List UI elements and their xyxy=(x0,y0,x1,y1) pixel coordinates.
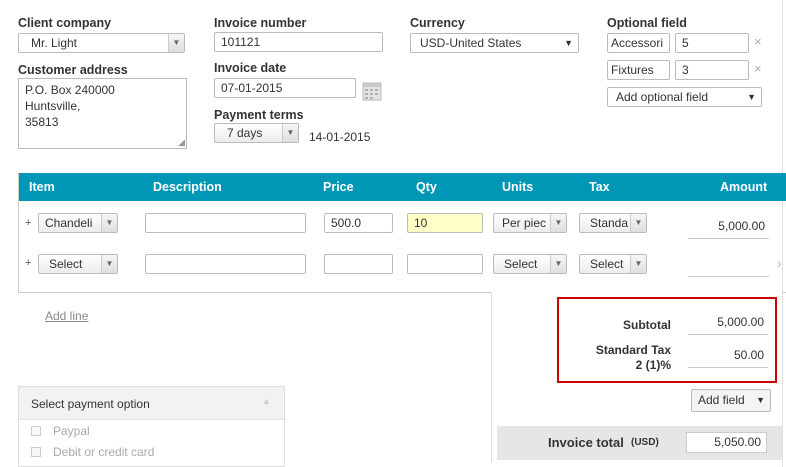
item-select[interactable]: Chandeli ▼ xyxy=(38,213,118,233)
resize-handle-icon[interactable]: ◢ xyxy=(178,134,185,150)
chevron-down-icon: ▼ xyxy=(630,214,646,232)
items-table: Item Description Price Qty Units Tax Amo… xyxy=(18,173,786,293)
expand-row-icon[interactable]: + xyxy=(25,257,31,269)
expand-row-icon[interactable]: + xyxy=(25,217,31,229)
qty-input[interactable] xyxy=(407,254,483,274)
payment-option-panel: Select payment option ▲ Paypal Debit or … xyxy=(18,386,285,467)
customer-address-label: Customer address xyxy=(18,63,128,77)
tax-value: Standa xyxy=(590,216,629,230)
address-line-1: P.O. Box 240000 xyxy=(25,83,115,97)
optional-field-value-1[interactable]: 5 xyxy=(675,33,749,53)
chevron-down-icon: ▼ xyxy=(747,92,756,102)
invoice-total-value: 5,050.00 xyxy=(686,432,767,453)
add-field-label: Add field xyxy=(698,393,745,407)
units-select[interactable]: Per piec ▼ xyxy=(493,213,567,233)
currency-label: Currency xyxy=(410,16,465,30)
add-optional-field-label: Add optional field xyxy=(616,90,709,104)
client-company-value: Mr. Light xyxy=(31,36,78,50)
add-optional-field-select[interactable]: Add optional field ▼ xyxy=(607,87,762,107)
client-company-label: Client company xyxy=(18,16,112,30)
address-line-2: Huntsville, xyxy=(25,99,81,113)
subtotal-label: Subtotal xyxy=(623,318,671,332)
price-input[interactable] xyxy=(324,254,393,274)
card-label: Debit or credit card xyxy=(53,445,155,459)
col-item: Item xyxy=(29,180,55,194)
chevron-down-icon: ▼ xyxy=(550,255,566,273)
item-select[interactable]: Select ▼ xyxy=(38,254,118,274)
chevron-down-icon: ▼ xyxy=(550,214,566,232)
tax-value: 50.00 xyxy=(688,348,768,368)
due-date-text: 14-01-2015 xyxy=(309,130,371,144)
price-input[interactable]: 500.0 xyxy=(324,213,393,233)
chevron-down-icon: ▼ xyxy=(282,124,298,142)
col-tax: Tax xyxy=(589,180,610,194)
invoice-total-label: Invoice total xyxy=(548,435,624,450)
optional-field-name-1[interactable]: Accessori xyxy=(607,33,670,53)
amount-cell xyxy=(688,257,769,277)
table-row: + Select ▼ Select ▼ Select ▼ › xyxy=(19,245,786,285)
description-input[interactable] xyxy=(145,213,306,233)
paypal-checkbox[interactable] xyxy=(31,426,41,436)
invoice-total-bar: Invoice total (USD) 5,050.00 xyxy=(497,426,782,460)
payment-terms-value: 7 days xyxy=(227,126,263,140)
col-amount: Amount xyxy=(720,180,768,194)
description-input[interactable] xyxy=(145,254,306,274)
calendar-icon[interactable] xyxy=(362,81,382,101)
chevron-up-icon[interactable]: ▲ xyxy=(262,396,271,406)
address-line-3: 35813 xyxy=(25,115,59,129)
invoice-date-label: Invoice date xyxy=(214,61,287,75)
remove-icon[interactable]: × xyxy=(754,34,762,49)
units-select[interactable]: Select ▼ xyxy=(493,254,567,274)
client-company-select[interactable]: Mr. Light ▼ xyxy=(18,33,185,53)
tax-label: Standard Tax 2 (1)% xyxy=(560,343,671,373)
item-value: Select xyxy=(49,257,83,271)
invoice-date-input[interactable]: 07-01-2015 xyxy=(214,78,356,98)
optional-field-label: Optional field xyxy=(607,16,687,30)
units-value: Select xyxy=(504,257,538,271)
add-line-link[interactable]: Add line xyxy=(45,309,88,323)
amount-cell: 5,000.00 xyxy=(688,219,769,239)
currency-select[interactable]: USD-United States ▼ xyxy=(410,33,579,53)
chevron-down-icon: ▼ xyxy=(630,255,646,273)
payment-option-title: Select payment option xyxy=(31,397,150,411)
currency-value: USD-United States xyxy=(420,36,522,50)
chevron-down-icon: ▼ xyxy=(101,255,117,273)
col-price: Price xyxy=(323,180,354,194)
tax-value: Select xyxy=(590,257,624,271)
tax-select[interactable]: Select ▼ xyxy=(579,254,647,274)
chevron-down-icon: ▼ xyxy=(756,395,765,405)
units-value: Per piec xyxy=(502,216,547,230)
optional-field-name-2[interactable]: Fixtures xyxy=(607,60,670,80)
customer-address-textarea[interactable]: P.O. Box 240000 Huntsville, 35813 ◢ xyxy=(18,78,187,149)
paypal-label: Paypal xyxy=(53,424,90,438)
col-description: Description xyxy=(153,180,222,194)
payment-option-header[interactable]: Select payment option ▲ xyxy=(19,387,284,420)
tax-label-line1: Standard Tax xyxy=(595,343,671,357)
table-header: Item Description Price Qty Units Tax Amo… xyxy=(19,173,786,201)
card-checkbox[interactable] xyxy=(31,447,41,457)
tax-label-line2: 2 (1)% xyxy=(635,358,671,372)
invoice-total-currency: (USD) xyxy=(631,437,659,448)
chevron-down-icon: ▼ xyxy=(101,214,117,232)
payment-terms-select[interactable]: 7 days ▼ xyxy=(214,123,299,143)
tax-select[interactable]: Standa ▼ xyxy=(579,213,647,233)
col-units: Units xyxy=(502,180,534,194)
qty-input[interactable]: 10 xyxy=(407,213,483,233)
chevron-right-icon[interactable]: › xyxy=(777,255,782,271)
table-row: + Chandeli ▼ 500.0 10 Per piec ▼ Standa … xyxy=(19,201,786,245)
add-field-select[interactable]: Add field ▼ xyxy=(691,389,771,412)
item-value: Chandeli xyxy=(45,216,93,230)
invoice-number-input[interactable]: 101121 xyxy=(214,32,383,52)
optional-field-value-2[interactable]: 3 xyxy=(675,60,749,80)
payment-terms-label: Payment terms xyxy=(214,108,304,122)
chevron-down-icon: ▼ xyxy=(168,34,184,52)
subtotal-value: 5,000.00 xyxy=(688,315,768,335)
chevron-down-icon: ▼ xyxy=(564,38,573,48)
invoice-number-label: Invoice number xyxy=(214,16,307,30)
remove-icon[interactable]: × xyxy=(754,61,762,76)
col-qty: Qty xyxy=(416,180,437,194)
